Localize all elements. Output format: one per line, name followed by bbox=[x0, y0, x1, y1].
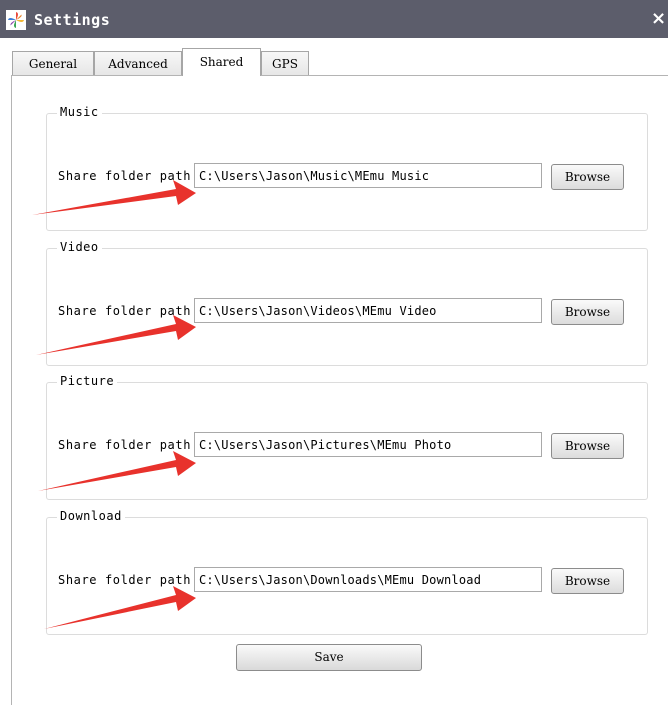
shared-tab-panel: Music Share folder path Browse Video Sha… bbox=[11, 75, 668, 705]
picture-path-input[interactable] bbox=[194, 432, 542, 457]
music-group-title: Music bbox=[57, 105, 102, 119]
download-path-label: Share folder path bbox=[58, 573, 192, 587]
video-group: Video Share folder path Browse bbox=[46, 240, 648, 366]
download-group-title: Download bbox=[57, 509, 125, 523]
tab-gps[interactable]: GPS bbox=[261, 51, 309, 76]
settings-content: General Advanced Shared GPS Music Share … bbox=[0, 38, 668, 705]
memu-app-icon bbox=[6, 10, 26, 30]
download-path-input[interactable] bbox=[194, 567, 542, 592]
download-browse-button[interactable]: Browse bbox=[551, 568, 624, 594]
picture-group-title: Picture bbox=[57, 374, 118, 388]
save-button[interactable]: Save bbox=[236, 644, 422, 671]
picture-path-label: Share folder path bbox=[58, 438, 192, 452]
tab-shared[interactable]: Shared bbox=[182, 48, 261, 76]
video-group-title: Video bbox=[57, 240, 102, 254]
music-path-label: Share folder path bbox=[58, 169, 192, 183]
video-path-input[interactable] bbox=[194, 298, 542, 323]
music-browse-button[interactable]: Browse bbox=[551, 164, 624, 190]
picture-browse-button[interactable]: Browse bbox=[551, 433, 624, 459]
title-bar: Settings × bbox=[0, 0, 668, 38]
picture-group: Picture Share folder path Browse bbox=[46, 374, 648, 500]
window-title: Settings bbox=[34, 11, 111, 29]
music-group: Music Share folder path Browse bbox=[46, 105, 648, 231]
video-browse-button[interactable]: Browse bbox=[551, 299, 624, 325]
music-path-input[interactable] bbox=[194, 163, 542, 188]
download-group: Download Share folder path Browse bbox=[46, 509, 648, 635]
video-path-label: Share folder path bbox=[58, 304, 192, 318]
close-icon[interactable]: × bbox=[651, 8, 668, 30]
tab-general[interactable]: General bbox=[12, 51, 94, 76]
tab-advanced[interactable]: Advanced bbox=[94, 51, 182, 76]
